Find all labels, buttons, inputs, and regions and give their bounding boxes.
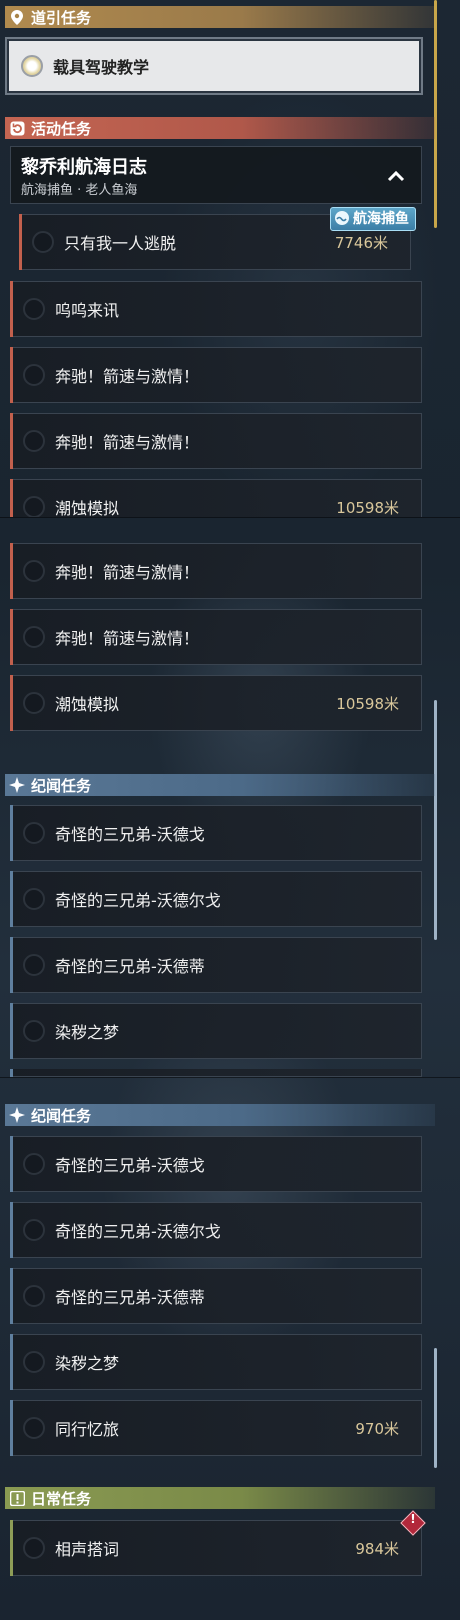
quest-distance: 970米 bbox=[355, 1419, 399, 1438]
scrollbar-thumb[interactable] bbox=[434, 1348, 437, 1468]
refresh-icon bbox=[9, 120, 25, 136]
quest-label: 奇怪的三兄弟-沃德蒂 bbox=[55, 957, 205, 976]
quest-label: 奔驰！箭速与激情！ bbox=[55, 367, 200, 386]
quest-row[interactable]: 奔驰！箭速与激情！ bbox=[10, 543, 422, 599]
quest-row[interactable]: 奇怪的三兄弟-沃德尔戈 bbox=[10, 1202, 422, 1258]
quest-distance: 984米 bbox=[355, 1539, 399, 1558]
section-header-guide[interactable]: 道引任务 bbox=[5, 6, 435, 28]
quest-label: 染秽之梦 bbox=[55, 1023, 120, 1042]
quest-group-header[interactable]: 黎乔利航海日志 航海捕鱼 · 老人鱼海 bbox=[10, 146, 422, 204]
quest-status-icon bbox=[23, 1537, 45, 1559]
quest-status-icon bbox=[23, 364, 45, 386]
wave-icon bbox=[334, 210, 350, 233]
quest-label: 同行忆旅 bbox=[55, 1420, 120, 1439]
list-viewport-clipped: 潮蚀模拟 10598米 bbox=[0, 479, 460, 517]
quest-row-selected[interactable]: 载具驾驶教学 bbox=[5, 37, 423, 95]
quest-row[interactable]: 奔驰！箭速与激情！ bbox=[10, 413, 422, 469]
divider bbox=[0, 517, 460, 518]
quest-row[interactable]: 奇怪的三兄弟-沃德戈 bbox=[10, 805, 422, 861]
quest-row[interactable]: 奇怪的三兄弟-沃德蒂 bbox=[10, 1268, 422, 1324]
section-title: 纪闻任务 bbox=[31, 776, 92, 795]
quest-label: 奔驰！箭速与激情！ bbox=[55, 629, 200, 648]
scrollbar-thumb[interactable] bbox=[434, 0, 437, 228]
quest-status-icon bbox=[23, 1020, 45, 1042]
quest-row[interactable]: 相声搭词 984米 bbox=[10, 1520, 422, 1576]
chevron-up-icon[interactable] bbox=[387, 167, 405, 186]
quest-row[interactable]: 潮蚀模拟 10598米 bbox=[10, 479, 422, 517]
quest-status-icon bbox=[23, 1417, 45, 1439]
quest-distance: 10598米 bbox=[336, 694, 399, 713]
quest-label: 奇怪的三兄弟-沃德戈 bbox=[55, 825, 205, 844]
fishing-tag-badge: 航海捕鱼 bbox=[330, 207, 416, 231]
quest-label: 奔驰！箭速与激情！ bbox=[55, 563, 200, 582]
section-header-lore[interactable]: 纪闻任务 bbox=[5, 774, 435, 796]
quest-row[interactable] bbox=[10, 1069, 422, 1077]
quest-status-icon bbox=[23, 298, 45, 320]
quest-row[interactable]: 染秽之梦 bbox=[10, 1334, 422, 1390]
quest-row[interactable]: 奇怪的三兄弟-沃德蒂 bbox=[10, 937, 422, 993]
quest-status-icon bbox=[32, 231, 54, 253]
quest-status-icon bbox=[23, 1351, 45, 1373]
quest-label: 奇怪的三兄弟-沃德蒂 bbox=[55, 1288, 205, 1307]
quest-label: 潮蚀模拟 bbox=[55, 499, 120, 517]
tag-label: 航海捕鱼 bbox=[353, 211, 409, 227]
quest-row[interactable]: 奇怪的三兄弟-沃德尔戈 bbox=[10, 871, 422, 927]
sparkle-icon bbox=[9, 777, 25, 793]
divider bbox=[0, 1077, 460, 1078]
quest-label: 相声搭词 bbox=[55, 1540, 120, 1559]
quest-row[interactable]: 呜呜来讯 bbox=[10, 281, 422, 337]
quest-label: 载具驾驶教学 bbox=[53, 58, 150, 77]
section-title: 道引任务 bbox=[31, 8, 92, 27]
section-title: 日常任务 bbox=[31, 1489, 92, 1508]
quest-label: 奇怪的三兄弟-沃德戈 bbox=[55, 1156, 205, 1175]
quest-status-icon bbox=[23, 560, 45, 582]
quest-row[interactable]: 奇怪的三兄弟-沃德戈 bbox=[10, 1136, 422, 1192]
quest-distance: 10598米 bbox=[336, 498, 399, 517]
quest-status-icon bbox=[23, 822, 45, 844]
quest-label: 奇怪的三兄弟-沃德尔戈 bbox=[55, 1222, 221, 1241]
quest-status-icon bbox=[21, 55, 43, 77]
quest-distance: 7746米 bbox=[334, 233, 388, 252]
quest-status-icon bbox=[23, 496, 45, 517]
quest-row[interactable]: 奔驰！箭速与激情！ bbox=[10, 609, 422, 665]
quest-status-icon bbox=[23, 954, 45, 976]
quest-group-title: 黎乔利航海日志 bbox=[21, 157, 147, 178]
quest-status-icon bbox=[23, 1153, 45, 1175]
map-pin-icon bbox=[9, 9, 25, 25]
quest-status-icon bbox=[23, 430, 45, 452]
quest-row[interactable]: 同行忆旅 970米 bbox=[10, 1400, 422, 1456]
section-header-daily[interactable]: 日常任务 bbox=[5, 1487, 435, 1509]
quest-row[interactable]: 奔驰！箭速与激情！ bbox=[10, 347, 422, 403]
alert-icon bbox=[9, 1490, 25, 1506]
quest-status-icon bbox=[23, 888, 45, 910]
quest-status-icon bbox=[23, 626, 45, 648]
quest-label: 染秽之梦 bbox=[55, 1354, 120, 1373]
section-header-lore[interactable]: 纪闻任务 bbox=[5, 1104, 435, 1126]
quest-label: 只有我一人逃脱 bbox=[64, 234, 177, 253]
quest-row[interactable]: 染秽之梦 bbox=[10, 1003, 422, 1059]
section-title: 活动任务 bbox=[31, 119, 92, 138]
quest-label: 奔驰！箭速与激情！ bbox=[55, 433, 200, 452]
section-header-event[interactable]: 活动任务 bbox=[5, 117, 435, 139]
sparkle-icon bbox=[9, 1107, 25, 1123]
section-title: 纪闻任务 bbox=[31, 1106, 92, 1125]
warning-mark: ! bbox=[410, 1512, 416, 1526]
quest-status-icon bbox=[23, 1219, 45, 1241]
quest-status-icon bbox=[23, 1285, 45, 1307]
quest-status-icon bbox=[23, 692, 45, 714]
list-viewport-clipped bbox=[0, 1069, 460, 1077]
quest-label: 奇怪的三兄弟-沃德尔戈 bbox=[55, 891, 221, 910]
quest-group-subtitle: 航海捕鱼 · 老人鱼海 bbox=[21, 183, 138, 198]
quest-label: 潮蚀模拟 bbox=[55, 695, 120, 714]
quest-label: 呜呜来讯 bbox=[55, 301, 120, 320]
scrollbar-thumb[interactable] bbox=[434, 700, 437, 940]
quest-row[interactable]: 潮蚀模拟 10598米 bbox=[10, 675, 422, 731]
